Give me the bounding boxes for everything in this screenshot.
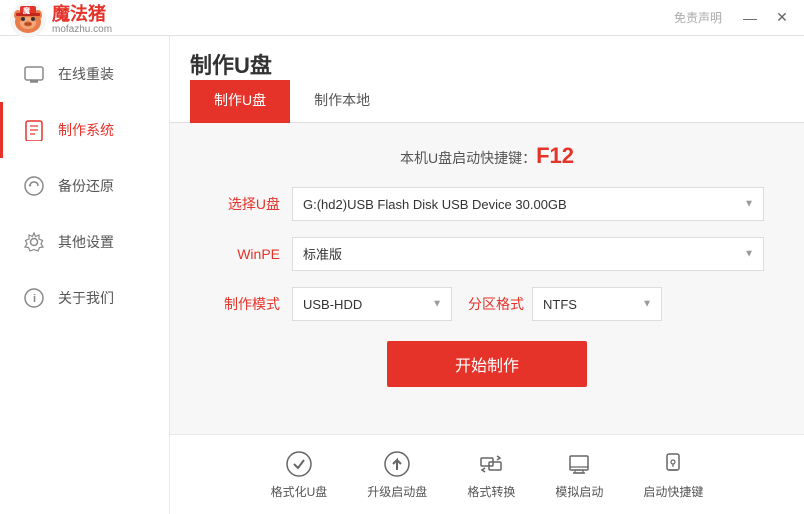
mode-label: 制作模式 — [210, 294, 280, 314]
tabs-bar: 制作U盘 制作本地 — [170, 80, 804, 123]
tab-make-local[interactable]: 制作本地 — [290, 80, 394, 123]
sidebar-item-system[interactable]: 制作系统 — [0, 102, 169, 158]
sidebar-item-about[interactable]: i 关于我们 — [0, 270, 169, 326]
page-title-bar: 制作U盘 — [170, 36, 804, 80]
start-button[interactable]: 开始制作 — [387, 341, 587, 387]
toolbar-item-upgrade[interactable]: 升级启动盘 — [367, 449, 427, 500]
online-icon — [20, 60, 48, 88]
sidebar-label-about: 关于我们 — [58, 288, 114, 308]
winpe-row: WinPE 标准版 — [210, 237, 764, 271]
logo-icon: 魔 — [10, 2, 46, 38]
free-label[interactable]: 免责声明 — [674, 9, 722, 26]
partition-select[interactable]: NTFS — [532, 287, 662, 321]
convert-icon — [476, 449, 506, 479]
minimize-button[interactable]: — — [736, 6, 764, 30]
logo-area: 魔 魔法猪 mofazhu.com — [10, 2, 112, 38]
title-bar-actions: 免责声明 — ✕ — [674, 6, 796, 30]
close-button[interactable]: ✕ — [768, 6, 796, 30]
main-container: 在线重装 制作系统 备份还原 其他设置 i 关于我们 — [0, 36, 804, 514]
sidebar-label-backup: 备份还原 — [58, 176, 114, 196]
sidebar-item-settings[interactable]: 其他设置 — [0, 214, 169, 270]
settings-icon — [20, 228, 48, 256]
shortcut-icon — [658, 449, 688, 479]
partition-label: 分区格式 — [468, 294, 524, 314]
partition-select-wrapper: NTFS — [532, 287, 662, 321]
winpe-select-wrapper: 标准版 — [292, 237, 764, 271]
sidebar: 在线重装 制作系统 备份还原 其他设置 i 关于我们 — [0, 36, 170, 514]
simulate-label: 模拟启动 — [555, 483, 603, 500]
app-name: 魔法猪 — [52, 5, 112, 25]
toolbar-item-shortcut[interactable]: 启动快捷键 — [643, 449, 703, 500]
bottom-toolbar: 格式化U盘 升级启动盘 格式转换 模拟启动 — [170, 434, 804, 514]
shortcut-hint: 本机U盘启动快捷键：F12 — [210, 143, 764, 169]
upgrade-label: 升级启动盘 — [367, 483, 427, 500]
shortcut-key-label: 启动快捷键 — [643, 483, 703, 500]
shortcut-key: F12 — [536, 143, 574, 168]
toolbar-item-simulate[interactable]: 模拟启动 — [555, 449, 603, 500]
simulate-icon — [564, 449, 594, 479]
sidebar-label-system: 制作系统 — [58, 120, 114, 140]
sidebar-label-online: 在线重装 — [58, 64, 114, 84]
title-bar: 魔 魔法猪 mofazhu.com 免责声明 — ✕ — [0, 0, 804, 36]
tab-make-usb[interactable]: 制作U盘 — [190, 80, 290, 123]
upgrade-icon — [382, 449, 412, 479]
page-title: 制作U盘 — [190, 53, 272, 78]
backup-icon — [20, 172, 48, 200]
mode-select-wrapper: USB-HDD — [292, 287, 452, 321]
usb-row: 选择U盘 G:(hd2)USB Flash Disk USB Device 30… — [210, 187, 764, 221]
sidebar-label-settings: 其他设置 — [58, 232, 114, 252]
usb-select[interactable]: G:(hd2)USB Flash Disk USB Device 30.00GB — [292, 187, 764, 221]
sidebar-item-backup[interactable]: 备份还原 — [0, 158, 169, 214]
winpe-label: WinPE — [210, 246, 280, 262]
form-area: 本机U盘启动快捷键：F12 选择U盘 G:(hd2)USB Flash Disk… — [170, 123, 804, 434]
format-icon — [284, 449, 314, 479]
convert-label: 格式转换 — [467, 483, 515, 500]
content-area: 制作U盘 制作U盘 制作本地 本机U盘启动快捷键：F12 选择U盘 G:(hd2… — [170, 36, 804, 514]
winpe-select[interactable]: 标准版 — [292, 237, 764, 271]
svg-text:魔: 魔 — [22, 6, 30, 15]
usb-label: 选择U盘 — [210, 194, 280, 214]
mode-select[interactable]: USB-HDD — [292, 287, 452, 321]
about-icon: i — [20, 284, 48, 312]
toolbar-item-convert[interactable]: 格式转换 — [467, 449, 515, 500]
format-label: 格式化U盘 — [271, 483, 328, 500]
sidebar-item-online[interactable]: 在线重装 — [0, 46, 169, 102]
shortcut-text: 本机U盘启动快捷键： — [400, 150, 536, 166]
toolbar-item-format[interactable]: 格式化U盘 — [271, 449, 328, 500]
usb-select-wrapper: G:(hd2)USB Flash Disk USB Device 30.00GB — [292, 187, 764, 221]
svg-text:i: i — [33, 293, 36, 305]
site-label: mofazhu.com — [52, 24, 112, 35]
mode-row: 制作模式 USB-HDD 分区格式 NTFS — [210, 287, 764, 321]
system-icon — [20, 116, 48, 144]
